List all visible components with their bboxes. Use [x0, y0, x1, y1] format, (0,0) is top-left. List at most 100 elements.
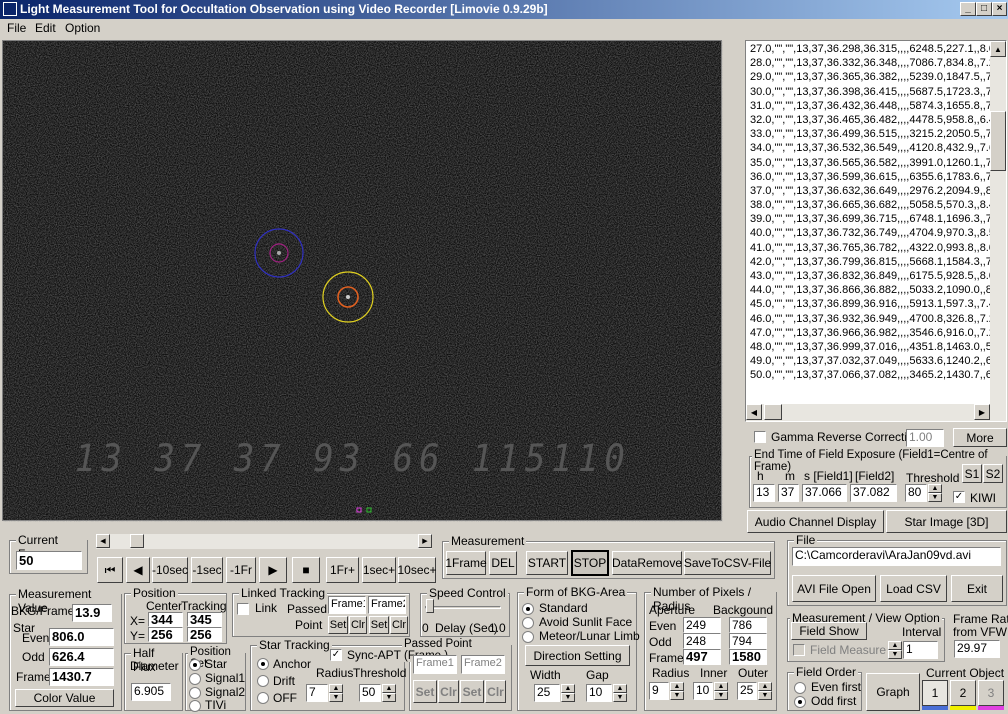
track-radius-up-icon[interactable]: ▲: [329, 684, 343, 693]
object-1-button[interactable]: 1: [922, 680, 948, 706]
scroll-up-icon[interactable]: ▲: [990, 41, 1006, 57]
speed-slider-track[interactable]: [425, 606, 501, 609]
track-radius-down-icon[interactable]: ▼: [329, 693, 343, 702]
threshold-down-icon[interactable]: ▼: [928, 493, 942, 502]
save-csv-button[interactable]: SaveToCSV-File: [684, 551, 771, 575]
second-field2-input[interactable]: 37.082: [850, 484, 897, 502]
field-measure-checkbox[interactable]: [793, 644, 805, 656]
radius-input[interactable]: 9: [649, 682, 669, 700]
direction-setting-button[interactable]: Direction Setting: [525, 645, 630, 666]
log-list[interactable]: 27.0,"","",13,37,36.298,36.315,,,,6248.5…: [745, 40, 1007, 422]
seek-thumb[interactable]: [130, 534, 144, 548]
data-remove-button[interactable]: DataRemove: [612, 551, 682, 575]
passed-clr1-button[interactable]: Clr: [438, 680, 459, 703]
odd-first-radio[interactable]: [794, 696, 806, 708]
log-line[interactable]: 42.0,"","",13,37,36.799,36.815,,,,5668.1…: [750, 255, 994, 269]
track-threshold-up-icon[interactable]: ▲: [382, 684, 396, 693]
track-threshold-down-icon[interactable]: ▼: [382, 693, 396, 702]
back-10sec-button[interactable]: -10sec: [152, 557, 188, 583]
passed-frame1-input[interactable]: Frame1: [413, 655, 457, 674]
drift-radio[interactable]: [257, 675, 269, 687]
play-button[interactable]: ▶: [259, 557, 287, 583]
linked-clr1-button[interactable]: Clr: [349, 616, 367, 634]
file-path-input[interactable]: C:\Camcorderavi\AraJan09vd.avi: [792, 547, 1001, 566]
second-field1-input[interactable]: 37.066: [802, 484, 847, 502]
interval-down-icon[interactable]: ▼: [888, 650, 902, 659]
color-value-button[interactable]: Color Value: [15, 689, 114, 707]
scroll-right-icon[interactable]: ▶: [974, 404, 990, 420]
log-line[interactable]: 30.0,"","",13,37,36.398,36.415,,,,5687.5…: [750, 85, 994, 99]
audio-channel-button[interactable]: Audio Channel Display: [747, 510, 884, 533]
log-line[interactable]: 36.0,"","",13,37,36.599,36.615,,,,6355.6…: [750, 170, 994, 184]
log-line[interactable]: 27.0,"","",13,37,36.298,36.315,,,,6248.5…: [750, 42, 994, 56]
outer-up-icon[interactable]: ▲: [758, 682, 772, 691]
log-vscrollbar[interactable]: ▲: [990, 41, 1006, 405]
even-first-radio[interactable]: [794, 682, 806, 694]
s2-button[interactable]: S2: [983, 464, 1003, 483]
speed-slider-thumb[interactable]: [426, 599, 434, 613]
back-1sec-button[interactable]: -1sec: [191, 557, 223, 583]
radius-up-icon[interactable]: ▲: [670, 682, 684, 691]
start-button[interactable]: START: [526, 551, 568, 575]
passed-set1-button[interactable]: Set: [413, 680, 437, 703]
log-line[interactable]: 33.0,"","",13,37,36.499,36.515,,,,3215.2…: [750, 127, 994, 141]
prev-frame-button[interactable]: ◀: [126, 557, 150, 583]
radius-down-icon[interactable]: ▼: [670, 691, 684, 700]
star-image-button[interactable]: Star Image [3D]: [886, 510, 1007, 533]
one-frame-button[interactable]: 1Frame: [445, 551, 487, 575]
s1-button[interactable]: S1: [962, 464, 982, 483]
outer-down-icon[interactable]: ▼: [758, 691, 772, 700]
interval-up-icon[interactable]: ▲: [888, 641, 902, 650]
linked-frame1-input[interactable]: Frame1: [328, 596, 366, 614]
width-down-icon[interactable]: ▼: [561, 693, 575, 702]
log-line[interactable]: 49.0,"","",13,37,37.032,37.049,,,,5633.6…: [750, 354, 994, 368]
object-2-button[interactable]: 2: [950, 680, 976, 706]
del-button[interactable]: DEL: [489, 551, 517, 575]
log-line[interactable]: 39.0,"","",13,37,36.699,36.715,,,,6748.1…: [750, 212, 994, 226]
field-show-button[interactable]: Field Show: [791, 622, 867, 640]
log-line[interactable]: 46.0,"","",13,37,36.932,36.949,,,,4700.8…: [750, 312, 994, 326]
log-line[interactable]: 44.0,"","",13,37,36.866,36.882,,,,5033.2…: [750, 283, 994, 297]
hscroll-thumb[interactable]: [764, 404, 782, 420]
passed-set2-button[interactable]: Set: [460, 680, 484, 703]
width-input[interactable]: 25: [534, 684, 560, 702]
minute-input[interactable]: 37: [778, 484, 799, 502]
log-line[interactable]: 38.0,"","",13,37,36.665,36.682,,,,5058.5…: [750, 198, 994, 212]
gamma-input[interactable]: 1.00: [906, 429, 944, 447]
inner-input[interactable]: 10: [693, 682, 713, 700]
interval-input[interactable]: 1: [903, 641, 938, 659]
gap-down-icon[interactable]: ▼: [613, 693, 627, 702]
log-line[interactable]: 29.0,"","",13,37,36.365,36.382,,,,5239.0…: [750, 70, 994, 84]
linked-clr2-button[interactable]: Clr: [390, 616, 408, 634]
more-button[interactable]: More: [953, 428, 1007, 447]
linked-set1-button[interactable]: Set: [328, 616, 348, 634]
inner-down-icon[interactable]: ▼: [714, 691, 728, 700]
exit-button[interactable]: Exit: [951, 575, 1003, 602]
menu-file[interactable]: File: [7, 21, 26, 35]
frame-rate-input[interactable]: 29.97: [954, 640, 1000, 658]
log-hscrollbar[interactable]: ◀ ▶: [746, 404, 1006, 421]
log-line[interactable]: 41.0,"","",13,37,36.765,36.782,,,,4322.0…: [750, 241, 994, 255]
posset-star-radio[interactable]: [189, 659, 201, 671]
track-threshold-input[interactable]: 50: [359, 684, 381, 702]
log-line[interactable]: 48.0,"","",13,37,36.999,37.016,,,,4351.8…: [750, 340, 994, 354]
passed-clr2-button[interactable]: Clr: [485, 680, 506, 703]
log-line[interactable]: 47.0,"","",13,37,36.966,36.982,,,,3546.6…: [750, 326, 994, 340]
object-3-button[interactable]: 3: [978, 680, 1004, 706]
log-line[interactable]: 32.0,"","",13,37,36.465,36.482,,,,4478.5…: [750, 113, 994, 127]
scroll-thumb[interactable]: [990, 111, 1006, 171]
track-radius-input[interactable]: 7: [306, 684, 328, 702]
close-button[interactable]: ×: [992, 2, 1007, 16]
menu-option[interactable]: Option: [65, 21, 100, 35]
log-line[interactable]: 43.0,"","",13,37,36.832,36.849,,,,6175.5…: [750, 269, 994, 283]
video-frame[interactable]: 13 37 37 93 66 115110: [2, 40, 723, 522]
graph-button[interactable]: Graph: [866, 673, 920, 711]
log-line[interactable]: 40.0,"","",13,37,36.732,36.749,,,,4704.9…: [750, 226, 994, 240]
maximize-button[interactable]: □: [976, 2, 992, 16]
width-up-icon[interactable]: ▲: [561, 684, 575, 693]
linked-set2-button[interactable]: Set: [369, 616, 389, 634]
log-line[interactable]: 28.0,"","",13,37,36.332,36.348,,,,7086.7…: [750, 56, 994, 70]
bkg-standard-radio[interactable]: [522, 603, 534, 615]
posset-signal1-radio[interactable]: [189, 673, 201, 685]
minimize-button[interactable]: _: [960, 2, 976, 16]
